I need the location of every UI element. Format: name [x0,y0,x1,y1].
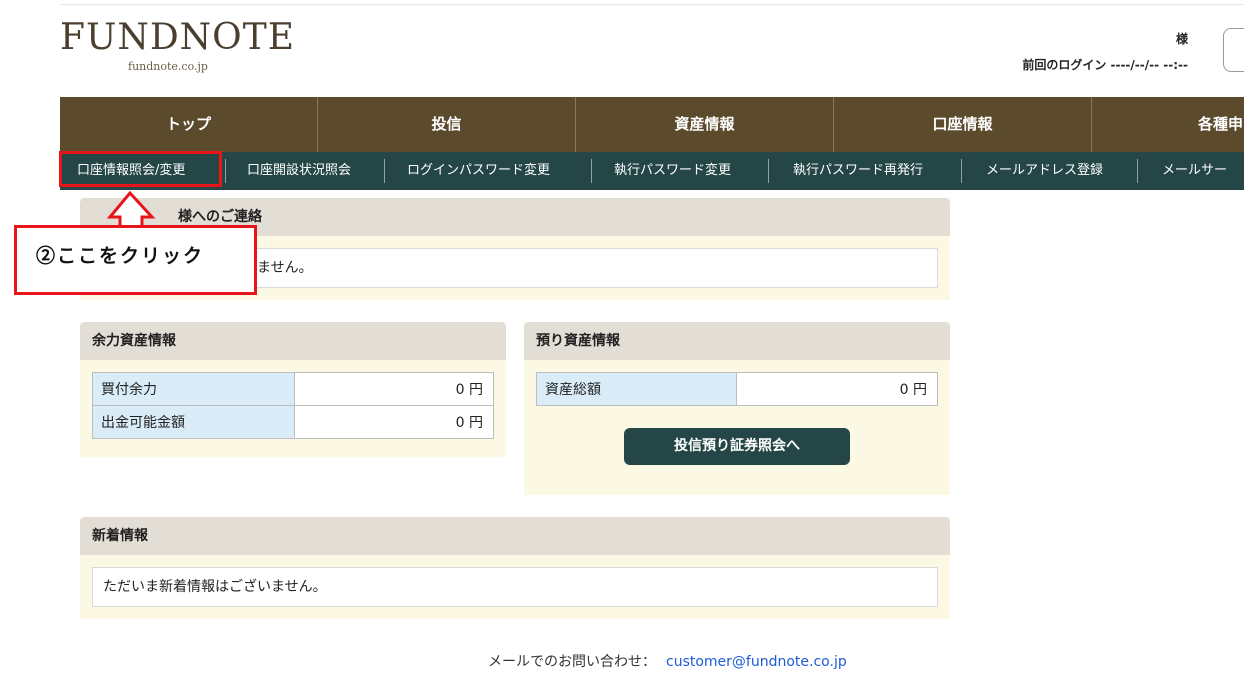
deposit-assets-table: 資産総額 0 円 [536,372,938,406]
news-panel: 新着情報 ただいま新着情報はございません。 [80,517,950,619]
sub-nav-exec-password-reissue[interactable]: 執行パスワード再発行 [793,152,923,190]
table-row: 買付余力 0 円 [92,372,494,406]
sub-nav-divider [961,159,962,183]
last-login: 前回のログイン ----/--/-- --:-- [1022,58,1188,72]
highlight-box [59,151,222,187]
callout-text: ②ここをクリック [36,245,205,267]
sub-nav-opening-status[interactable]: 口座開設状況照会 [247,152,351,190]
main-nav-assets[interactable]: 資産情報 [576,97,834,152]
withdrawable-value: 0 円 [294,405,494,439]
main-nav-account[interactable]: 口座情報 [834,97,1092,152]
buying-power-label: 買付余力 [92,372,295,406]
main-nav: トップ 投信 資産情報 口座情報 各種申 [60,97,1244,152]
sub-nav-divider [384,159,385,183]
footer-label: メールでのお問い合わせ： [488,654,656,670]
logo-domain: fundnote.co.jp [128,60,208,73]
total-assets-label: 資産総額 [536,372,737,406]
sub-nav-mail-service[interactable]: メールサー [1162,152,1227,190]
user-name-suffix: 様 [1175,32,1188,46]
sub-nav-email-register[interactable]: メールアドレス登録 [986,152,1103,190]
callout-arrow-icon [106,190,156,229]
logo[interactable]: FUNDNOTE fundnote.co.jp [60,17,295,74]
sub-nav-divider [591,159,592,183]
buying-power-value: 0 円 [294,372,494,406]
support-email-link[interactable]: customer@fundnote.co.jp [666,654,847,670]
deposit-assets-title: 預り資産情報 [524,322,950,360]
table-row: 資産総額 0 円 [536,372,938,406]
withdrawable-label: 出金可能金額 [92,405,295,439]
available-assets-panel: 余力資産情報 買付余力 0 円 出金可能金額 0 円 [80,322,506,457]
main-nav-applications[interactable]: 各種申 [1092,97,1244,152]
news-title: 新着情報 [80,517,950,555]
fund-holdings-button[interactable]: 投信預り証券照会へ [624,428,850,465]
logo-brand: FUNDNOTE [60,17,295,58]
total-assets-value: 0 円 [736,372,938,406]
sub-nav-divider [1137,159,1138,183]
sub-nav: 口座情報照会/変更 口座開設状況照会 ログインパスワード変更 執行パスワード変更… [60,152,1244,190]
available-assets-table: 買付余力 0 円 出金可能金額 0 円 [92,372,494,439]
sub-nav-divider [225,159,226,183]
sub-nav-exec-password[interactable]: 執行パスワード変更 [614,152,731,190]
news-message: ただいま新着情報はございません。 [92,567,938,607]
footer-contact: メールでのお問い合わせ： customer@fundnote.co.jp [488,651,847,671]
deposit-assets-panel: 預り資産情報 資産総額 0 円 [524,322,950,495]
header-divider [60,4,1244,5]
sub-nav-divider [768,159,769,183]
main-nav-funds[interactable]: 投信 [318,97,576,152]
main-nav-top[interactable]: トップ [60,97,318,152]
available-assets-title: 余力資産情報 [80,322,506,360]
sub-nav-login-password[interactable]: ログインパスワード変更 [407,152,550,190]
table-row: 出金可能金額 0 円 [92,405,494,439]
logout-button[interactable] [1223,28,1244,72]
